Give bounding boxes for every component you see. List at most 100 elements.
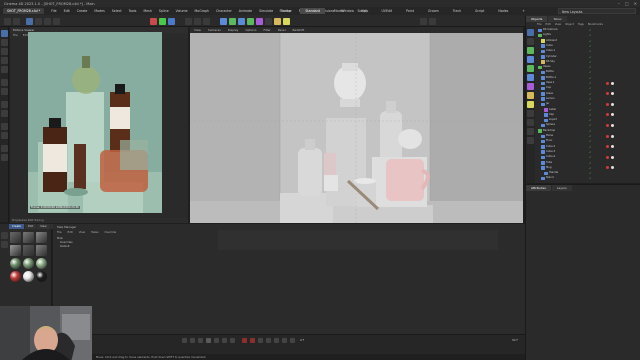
record-icon[interactable]: [242, 338, 247, 343]
tm-menu-takes[interactable]: Takes: [91, 230, 98, 235]
undo-icon[interactable]: [4, 18, 11, 25]
prev-frame-icon[interactable]: [198, 338, 203, 343]
enabled-check-icon[interactable]: ✓: [589, 44, 592, 49]
minimize-icon[interactable]: –: [618, 1, 620, 6]
play-icon[interactable]: [206, 338, 211, 343]
object-row[interactable]: Plane ✓: [526, 134, 640, 139]
workplane-icon[interactable]: [429, 18, 436, 25]
material-swatch[interactable]: [36, 271, 47, 282]
y-axis-icon[interactable]: [159, 18, 166, 25]
object-row[interactable]: Lemon ✓: [526, 97, 640, 102]
x-axis-icon[interactable]: [150, 18, 157, 25]
rotate-tool-icon[interactable]: [53, 18, 60, 25]
select-tool-icon[interactable]: [26, 18, 33, 25]
viewport-canvas[interactable]: [190, 33, 523, 223]
material-swatch[interactable]: [10, 271, 21, 282]
layout-add[interactable]: +: [517, 8, 530, 14]
layout-groom[interactable]: Groom: [423, 8, 444, 14]
go-end-icon[interactable]: [230, 338, 235, 343]
object-row[interactable]: Backdrop ✓: [526, 129, 640, 134]
om-menu-object[interactable]: Object: [565, 22, 574, 27]
maximize-icon[interactable]: □: [625, 1, 629, 6]
material-tag-icon[interactable]: [606, 134, 609, 138]
enabled-check-icon[interactable]: ✓: [589, 39, 592, 44]
knife-icon[interactable]: [1, 145, 8, 152]
tab-attributes[interactable]: Attributes: [526, 185, 551, 191]
mm-menu-create[interactable]: Create: [9, 224, 24, 229]
om-menu-tags[interactable]: Tags: [578, 22, 584, 27]
enabled-check-icon[interactable]: ✓: [589, 123, 592, 128]
pv-menu-file[interactable]: File: [13, 33, 18, 38]
camera-icon[interactable]: [274, 18, 281, 25]
enabled-check-icon[interactable]: ✓: [589, 139, 592, 144]
snap-icon[interactable]: [420, 18, 427, 25]
object-row[interactable]: Mug ✓: [526, 166, 640, 171]
object-name[interactable]: Vases: [543, 65, 550, 70]
object-row[interactable]: Sphere ✓: [526, 123, 640, 128]
material-tag-icon[interactable]: [611, 155, 614, 159]
object-row[interactable]: Vase.1 ✓: [526, 81, 640, 86]
cloner-icon[interactable]: [247, 18, 254, 25]
material-swatch[interactable]: [23, 258, 34, 269]
object-name[interactable]: Ambient: [546, 39, 557, 44]
material-swatch[interactable]: [10, 258, 21, 269]
material-tag-icon[interactable]: [611, 134, 614, 138]
material-tag-icon[interactable]: [611, 124, 614, 128]
move-tool-icon[interactable]: [35, 18, 42, 25]
layout-startup[interactable]: Startup: [275, 8, 297, 14]
tweak-mode-icon[interactable]: [1, 88, 8, 95]
render-settings-icon[interactable]: [203, 18, 210, 25]
enabled-check-icon[interactable]: ✓: [589, 176, 592, 181]
object-row[interactable]: Cap ✓: [526, 113, 640, 118]
object-row[interactable]: Glass ✓: [526, 92, 640, 97]
object-row[interactable]: Label ✓: [526, 108, 640, 113]
current-frame[interactable]: 0 F: [300, 338, 304, 342]
material-swatch[interactable]: [10, 232, 21, 243]
material-tag-icon[interactable]: [611, 166, 614, 170]
enabled-check-icon[interactable]: ✓: [589, 118, 592, 123]
material-tag-icon[interactable]: [606, 113, 609, 117]
object-name[interactable]: Backdrop: [543, 129, 555, 134]
om-menu-view[interactable]: View: [555, 22, 561, 27]
enabled-check-icon[interactable]: ✓: [589, 65, 592, 70]
object-row[interactable]: Cylinder ✓: [526, 55, 640, 60]
layout-standard[interactable]: Standard: [300, 8, 325, 14]
material-tag-icon[interactable]: [606, 166, 609, 170]
menu-edit[interactable]: Edit: [64, 9, 70, 13]
subdivision-icon[interactable]: [238, 18, 245, 25]
object-row[interactable]: Jar ✓: [526, 102, 640, 107]
enabled-check-icon[interactable]: ✓: [589, 86, 592, 91]
object-row[interactable]: Bottle ✓: [526, 70, 640, 75]
object-name[interactable]: Vase.1: [546, 81, 555, 86]
key-position-icon[interactable]: [266, 338, 271, 343]
object-name[interactable]: Cup: [546, 86, 551, 91]
object-row[interactable]: Cube.2 ✓: [526, 145, 640, 150]
enabled-check-icon[interactable]: ✓: [589, 129, 592, 134]
material-tag-icon[interactable]: [606, 92, 609, 96]
object-row[interactable]: RS Sky ✓: [526, 60, 640, 65]
layout-model[interactable]: Model: [329, 8, 349, 14]
paint-icon[interactable]: [1, 123, 8, 130]
object-row[interactable]: Cube ✓: [526, 44, 640, 49]
close-icon[interactable]: ✕: [634, 1, 637, 6]
enabled-check-icon[interactable]: ✓: [589, 76, 592, 81]
object-name[interactable]: Bottle.1: [546, 76, 556, 81]
scale-tool-icon[interactable]: [44, 18, 51, 25]
object-name[interactable]: Floor: [546, 139, 552, 144]
object-name[interactable]: Sphere: [546, 123, 555, 128]
brush-icon[interactable]: [1, 132, 8, 139]
cube-icon[interactable]: [220, 18, 227, 25]
object-name[interactable]: Tube: [546, 161, 552, 166]
object-name[interactable]: RS Camera: [543, 28, 557, 33]
light-icon[interactable]: [283, 18, 290, 25]
tm-menu-edit[interactable]: Edit: [68, 230, 73, 235]
key-param-icon[interactable]: [290, 338, 295, 343]
om-menu-file[interactable]: File: [537, 22, 542, 27]
end-frame[interactable]: 90 F: [512, 338, 518, 342]
object-name[interactable]: Cap: [549, 113, 554, 118]
object-row[interactable]: Lights ✓: [526, 33, 640, 38]
polygons-mode-icon[interactable]: [1, 57, 8, 64]
key-rotation-icon[interactable]: [274, 338, 279, 343]
object-row[interactable]: Handle ✓: [526, 171, 640, 176]
mm-menu-edit[interactable]: Edit: [24, 224, 37, 229]
